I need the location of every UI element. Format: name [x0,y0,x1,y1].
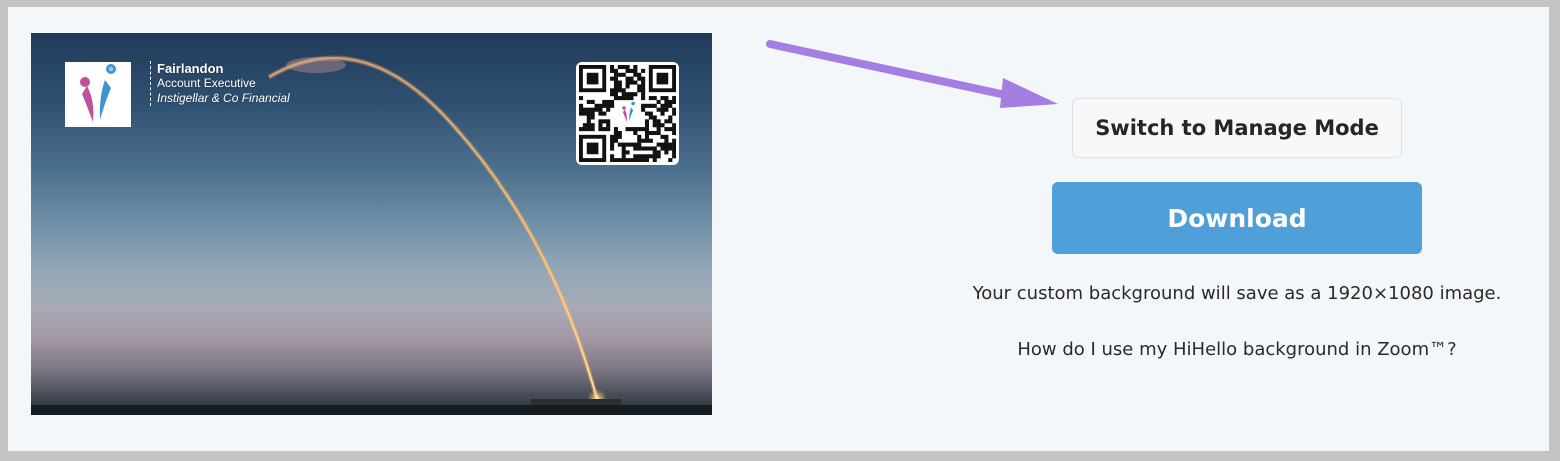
card-details: Fairlandon Account Executive Instigellar… [150,61,290,106]
background-preview: Fairlandon Account Executive Instigellar… [31,33,712,415]
zoom-help-link[interactable]: How do I use my HiHello background in Zo… [940,339,1534,360]
card-company: Instigellar & Co Financial [157,91,290,105]
people-logo-icon [80,64,116,122]
card-job-title: Account Executive [157,76,256,90]
card-name: Fairlandon [157,61,224,76]
company-logo [65,62,131,127]
qr-code [576,62,679,165]
download-button[interactable]: Download [1052,182,1422,254]
qr-code-icon [579,65,676,162]
switch-to-manage-mode-button[interactable]: Switch to Manage Mode [1072,98,1402,158]
resolution-note: Your custom background will save as a 19… [972,283,1502,304]
